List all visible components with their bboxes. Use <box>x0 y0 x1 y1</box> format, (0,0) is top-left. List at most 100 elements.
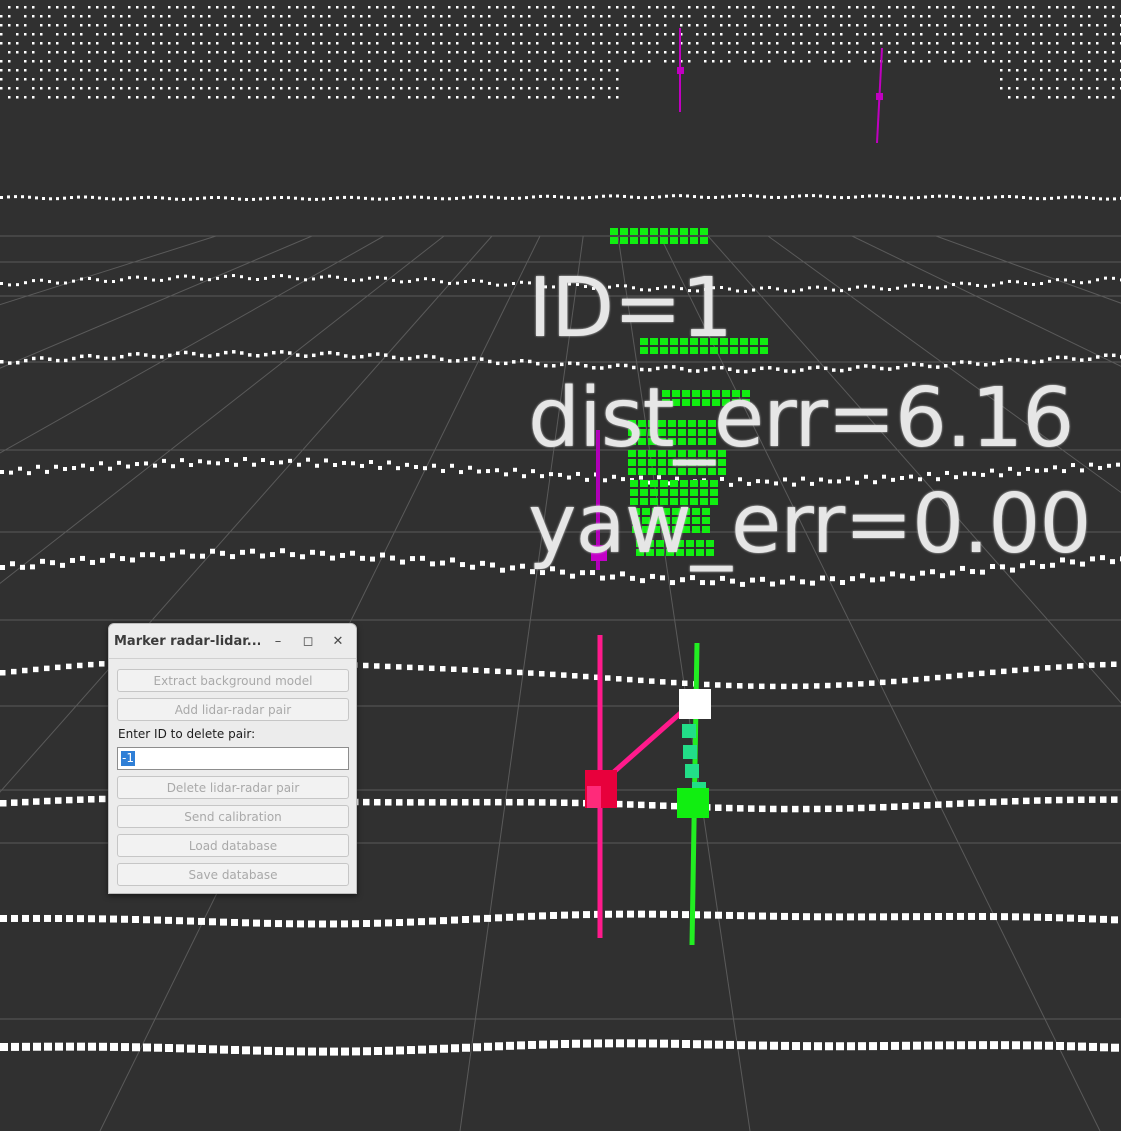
lidar-point <box>959 195 962 199</box>
marker-id-label: ID=1 <box>528 261 733 356</box>
lidar-point <box>144 96 147 99</box>
lidar-point <box>664 365 668 369</box>
add-pair-button[interactable]: Add lidar-radar pair <box>117 698 349 721</box>
lidar-point <box>440 87 443 90</box>
lidar-point <box>730 578 735 584</box>
close-icon[interactable]: ✕ <box>326 630 350 652</box>
send-calibration-button[interactable]: Send calibration <box>117 805 349 828</box>
lidar-point <box>1023 797 1030 805</box>
lidar-point <box>72 78 75 81</box>
lidar-point <box>200 78 203 81</box>
lidar-point <box>477 469 481 474</box>
lidar-point <box>808 60 811 63</box>
lidar-point <box>168 87 171 90</box>
lidar-point <box>768 51 771 54</box>
lidar-point <box>88 60 91 63</box>
lidar-point <box>432 278 435 282</box>
lidar-point <box>880 366 884 371</box>
lidar-point <box>544 69 547 72</box>
lidar-point <box>216 24 219 27</box>
lidar-point <box>679 194 682 198</box>
lidar-point <box>825 1042 833 1051</box>
lidar-point <box>126 464 130 469</box>
lidar-point <box>1032 6 1035 9</box>
lidar-point <box>44 665 50 672</box>
lidar-point <box>296 353 300 357</box>
lidar-point <box>448 24 451 27</box>
lidar-point <box>1088 6 1091 9</box>
lidar-point <box>96 355 100 359</box>
extract-background-button[interactable]: Extract background model <box>117 669 349 692</box>
lidar-point <box>720 60 723 63</box>
lidar-point <box>418 1045 426 1054</box>
lidar-point <box>616 363 620 367</box>
lidar-point <box>640 42 643 45</box>
lidar-point <box>736 6 739 9</box>
lidar-point <box>240 33 243 36</box>
lidar-point <box>168 353 172 358</box>
lidar-point <box>200 42 203 45</box>
lidar-point <box>861 194 864 198</box>
lidar-point <box>1024 6 1027 9</box>
lidar-point <box>850 576 855 582</box>
lidar-point <box>520 60 523 63</box>
lidar-point <box>264 276 267 280</box>
lidar-point <box>216 33 219 36</box>
lidar-point <box>198 459 202 464</box>
lidar-point <box>253 1046 261 1055</box>
lidar-point <box>104 279 107 283</box>
lidar-point <box>1008 279 1011 283</box>
lidar-point <box>420 195 423 199</box>
lidar-point <box>128 24 131 27</box>
lidar-point <box>248 24 251 27</box>
lidar-point <box>737 1041 745 1050</box>
lidar-point <box>88 1042 96 1051</box>
lidar-point <box>128 42 131 45</box>
save-database-button[interactable]: Save database <box>117 863 349 886</box>
lidar-point <box>320 550 325 556</box>
lidar-point <box>418 665 424 671</box>
lidar-point <box>308 920 315 928</box>
lidar-point <box>72 42 75 45</box>
lidar-point <box>231 918 238 926</box>
lidar-point <box>464 78 467 81</box>
lidar-point <box>1072 15 1075 18</box>
lidar-point <box>488 24 491 27</box>
lidar-point <box>528 42 531 45</box>
lidar-point <box>99 795 106 803</box>
lidar-point <box>581 196 584 200</box>
lidar-point <box>952 6 955 9</box>
maximize-icon[interactable]: ◻ <box>296 630 320 652</box>
lidar-point <box>272 51 275 54</box>
lidar-point <box>1015 195 1018 199</box>
lidar-point <box>592 51 595 54</box>
lidar-point <box>1000 24 1003 27</box>
lidar-point <box>902 803 909 810</box>
lidar-point <box>112 87 115 90</box>
lidar-point <box>768 6 771 9</box>
lidar-point <box>912 60 915 63</box>
lidar-point <box>496 87 499 90</box>
lidar-point <box>1072 6 1075 9</box>
lidar-point <box>825 805 832 813</box>
lidar-point <box>224 24 227 27</box>
delete-pair-button[interactable]: Delete lidar-radar pair <box>117 776 349 799</box>
lidar-point <box>49 197 52 201</box>
lidar-point <box>11 1042 19 1051</box>
dialog-titlebar[interactable]: Marker radar-lidar... – ◻ ✕ <box>109 624 356 659</box>
minimize-icon[interactable]: – <box>266 630 290 652</box>
lidar-point <box>1050 196 1053 200</box>
lidar-point <box>160 556 165 562</box>
lidar-point <box>920 60 923 63</box>
lidar-point <box>128 15 131 18</box>
lidar-point <box>869 913 876 921</box>
lidar-point <box>1096 51 1099 54</box>
marker-point <box>610 237 618 244</box>
load-database-button[interactable]: Load database <box>117 834 349 857</box>
lidar-point <box>264 352 268 357</box>
lidar-point <box>832 42 835 45</box>
lidar-point <box>512 281 515 285</box>
lidar-point <box>875 194 878 198</box>
delete-id-input[interactable]: -1 <box>117 747 349 770</box>
lidar-point <box>638 910 645 918</box>
